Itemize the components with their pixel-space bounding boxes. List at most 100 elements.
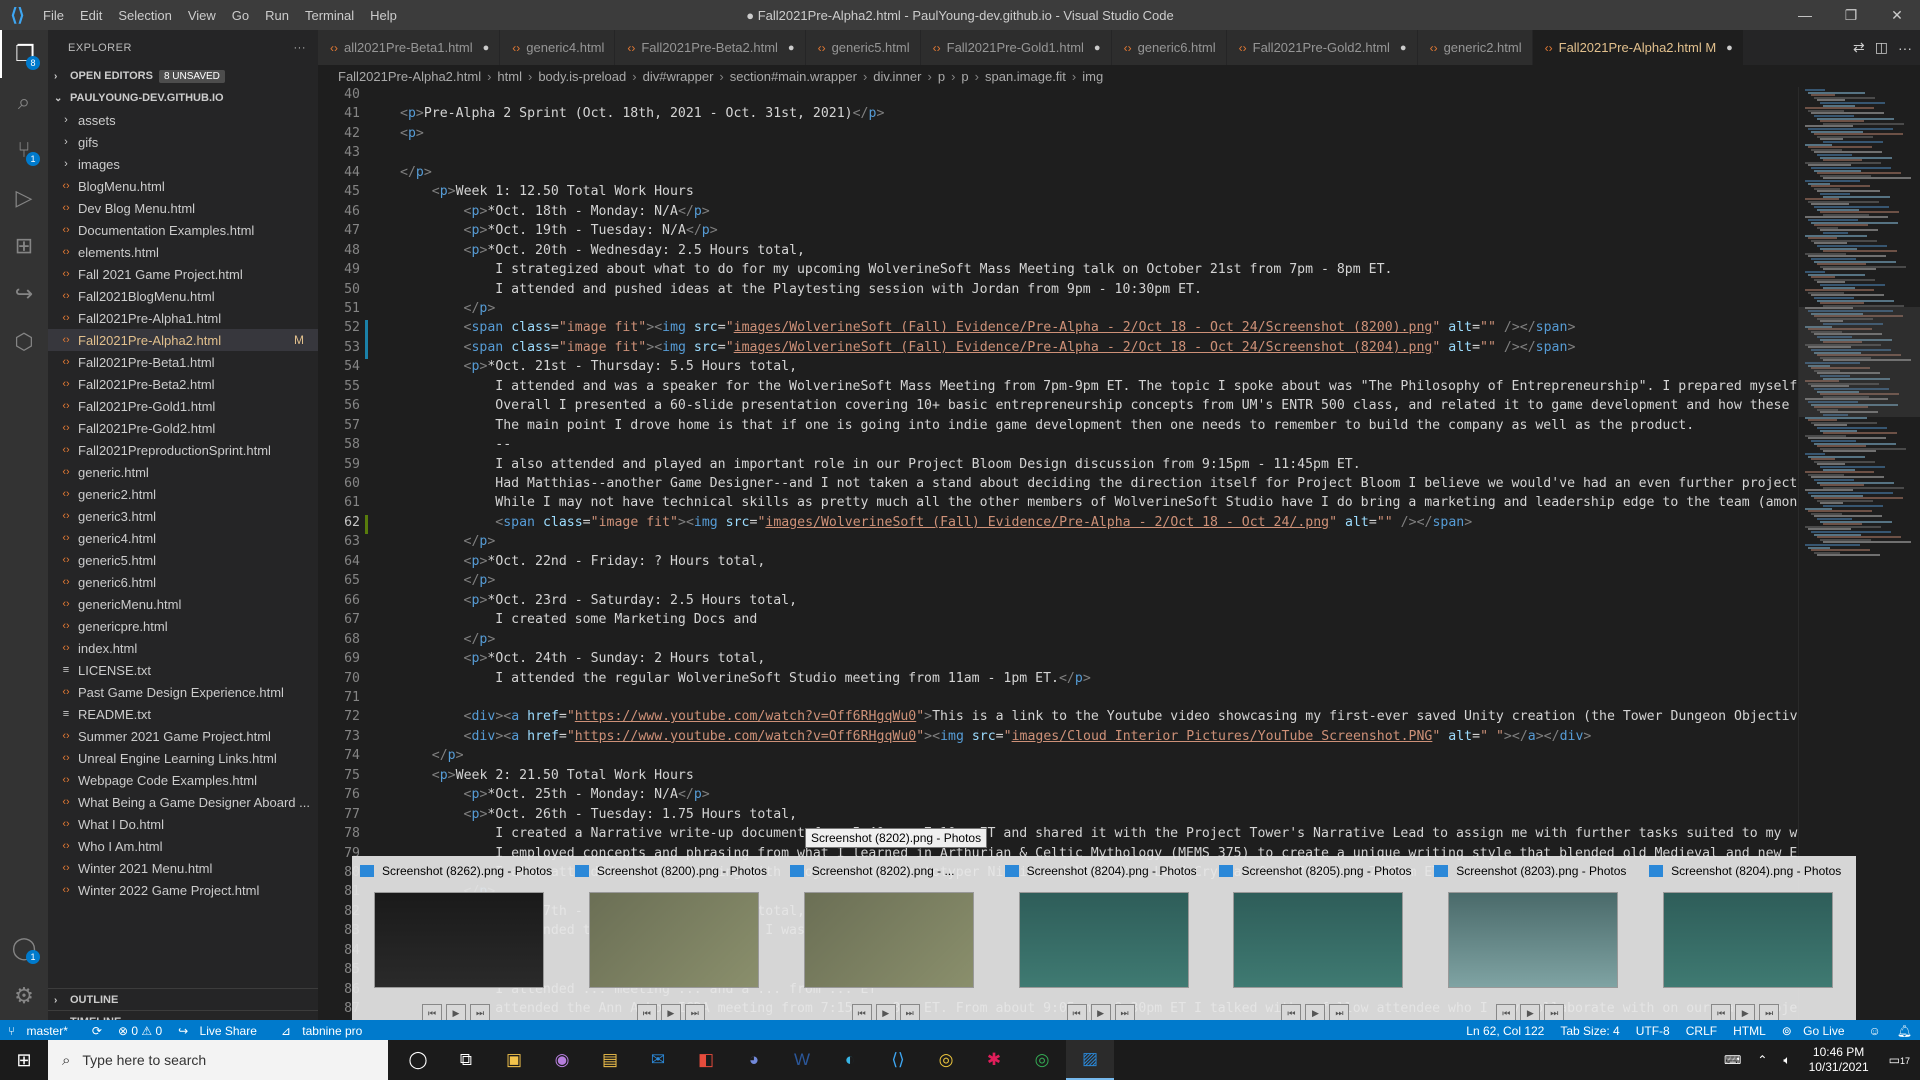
breadcrumb-item[interactable]: p <box>961 69 968 84</box>
branch-status[interactable]: ⑂ master* <box>0 1024 84 1038</box>
code-line[interactable]: I attended and was a speaker for the Wol… <box>400 379 1798 394</box>
editor-tab[interactable]: ‹› all2021Pre-Beta1.html ● <box>318 30 501 65</box>
file-item[interactable]: ‹› Who I Am.html <box>48 835 318 857</box>
code-line[interactable]: </p> <box>400 534 496 549</box>
office-icon[interactable]: ◧ <box>682 1040 730 1080</box>
notifications-bell-icon[interactable]: 🔔︎ <box>1889 1024 1920 1038</box>
unsaved-dot-icon[interactable]: ● <box>1726 42 1733 54</box>
thumbnail-preview-image[interactable] <box>374 892 544 988</box>
file-item[interactable]: ‹› Winter 2022 Game Project.html <box>48 879 318 901</box>
file-item[interactable]: ‹› generic4.html <box>48 527 318 549</box>
file-item[interactable]: ‹› index.html <box>48 637 318 659</box>
photo-thumbnail[interactable]: Screenshot (8203).png - Photos ⏮ ▶ ⏭ <box>1426 856 1641 1026</box>
code-line[interactable]: The main point I drove home is that if o… <box>400 418 1694 433</box>
chrome-profile-icon[interactable]: ◎ <box>1018 1040 1066 1080</box>
menu-file[interactable]: File <box>35 8 72 23</box>
explorer-icon[interactable]: ❐ 8 <box>0 30 48 78</box>
editor-tab[interactable]: ‹› Fall2021Pre-Gold2.html ● <box>1226 30 1418 65</box>
menu-help[interactable]: Help <box>362 8 405 23</box>
unsaved-dot-icon[interactable]: ● <box>1400 42 1407 54</box>
breadcrumb-item[interactable]: html <box>497 69 522 84</box>
menu-view[interactable]: View <box>180 8 224 23</box>
slack-icon[interactable]: ✱ <box>970 1040 1018 1080</box>
thumbnail-preview-image[interactable] <box>803 892 974 988</box>
menu-edit[interactable]: Edit <box>72 8 110 23</box>
menu-selection[interactable]: Selection <box>110 8 179 23</box>
code-line[interactable]: Had Matthias--another Game Designer--and… <box>400 476 1798 491</box>
file-item[interactable]: ‹› Webpage Code Examples.html <box>48 769 318 791</box>
vscode-logo-icon[interactable]: ⟨⟩ <box>0 0 35 30</box>
file-item[interactable]: ‹› Summer 2021 Game Project.html <box>48 725 318 747</box>
file-item[interactable]: ‹› generic6.html <box>48 571 318 593</box>
store-icon[interactable]: ▣ <box>490 1040 538 1080</box>
menu-terminal[interactable]: Terminal <box>297 8 362 23</box>
live-share-status[interactable]: ↪ Live Share <box>170 1024 273 1038</box>
breadcrumb-item[interactable]: Fall2021Pre-Alpha2.html <box>338 69 481 84</box>
workspace-root[interactable]: ⌄ PAULYOUNG-DEV.GITHUB.IO <box>48 87 318 109</box>
extensions-icon[interactable]: ⊞ <box>0 222 48 270</box>
indentation-status[interactable]: Tab Size: 4 <box>1552 1024 1627 1038</box>
file-item[interactable]: ≡ README.txt <box>48 703 318 725</box>
unsaved-dot-icon[interactable]: ● <box>788 42 795 54</box>
code-line[interactable]: <p>*Oct. 23rd - Saturday: 2.5 Hours tota… <box>400 593 798 608</box>
code-line[interactable]: <p>*Oct. 20th - Wednesday: 2.5 Hours tot… <box>400 243 805 258</box>
file-item[interactable]: ‹› Documentation Examples.html <box>48 219 318 241</box>
editor-tab[interactable]: ‹› Fall2021Pre-Beta2.html ● <box>615 30 806 65</box>
code-line[interactable]: <span class="image fit"><img src="images… <box>400 515 1472 530</box>
notification-center-icon[interactable]: ▭17 <box>1879 1053 1920 1067</box>
thumbnail-preview-image[interactable] <box>1018 892 1189 988</box>
code-line[interactable]: <p> <box>400 126 424 141</box>
thumbnail-preview-image[interactable] <box>1448 892 1619 988</box>
code-line[interactable]: <p>Pre-Alpha 2 Sprint (Oct. 18th, 2021 -… <box>400 106 884 121</box>
file-explorer-icon[interactable]: ▤ <box>586 1040 634 1080</box>
feedback-icon[interactable]: ☺ <box>1861 1024 1889 1038</box>
editor-tab[interactable]: ‹› generic4.html <box>500 30 616 65</box>
restore-button[interactable]: ❐ <box>1828 0 1874 30</box>
compare-icon[interactable]: ⇄ <box>1853 39 1865 56</box>
code-line[interactable]: Overall I presented a 60-slide presentat… <box>400 398 1798 413</box>
file-item[interactable]: ‹› Fall2021Pre-Alpha1.html <box>48 307 318 329</box>
file-item[interactable]: ‹› Unreal Engine Learning Links.html <box>48 747 318 769</box>
edge-icon[interactable]: ◐ <box>826 1040 874 1080</box>
file-item[interactable]: ‹› generic3.html <box>48 505 318 527</box>
tabnine-status[interactable]: ⊿ tabnine pro <box>273 1024 378 1038</box>
mail-icon[interactable]: ✉ <box>634 1040 682 1080</box>
code-line[interactable]: <p>*Oct. 21st - Thursday: 5.5 Hours tota… <box>400 359 798 374</box>
file-item[interactable]: ‹› Fall2021Pre-Beta1.html <box>48 351 318 373</box>
photo-thumbnail[interactable]: Screenshot (8262).png - Photos ⏮ ▶ ⏭ <box>352 856 567 1026</box>
editor-tab[interactable]: ‹› generic5.html <box>805 30 921 65</box>
thumbnail-preview-image[interactable] <box>1663 892 1834 988</box>
code-line[interactable]: </p> <box>400 165 432 180</box>
breadcrumb-item[interactable]: section#main.wrapper <box>730 69 857 84</box>
photo-thumbnail[interactable]: Screenshot (8205).png - Photos ⏮ ▶ ⏭ <box>1211 856 1426 1026</box>
code-line[interactable]: </p> <box>400 301 496 316</box>
problems-status[interactable]: ⊗ 0 ⚠ 0 <box>110 1024 170 1038</box>
folder-item[interactable]: › gifs <box>48 131 318 153</box>
breadcrumb-item[interactable]: div.inner <box>873 69 921 84</box>
file-item[interactable]: ‹› Dev Blog Menu.html <box>48 197 318 219</box>
code-line[interactable]: I also attended and played an important … <box>400 457 1360 472</box>
file-item[interactable]: ‹› genericMenu.html <box>48 593 318 615</box>
file-item[interactable]: ‹› Fall2021BlogMenu.html <box>48 285 318 307</box>
discord-like-icon[interactable]: ◉ <box>538 1040 586 1080</box>
code-line[interactable]: <p>*Oct. 22nd - Friday: ? Hours total, <box>400 554 766 569</box>
file-item[interactable]: ‹› What I Do.html <box>48 813 318 835</box>
vscode-icon[interactable]: ⟨⟩ <box>874 1040 922 1080</box>
settings-gear-icon[interactable]: ⚙ <box>0 972 48 1020</box>
breadcrumb-item[interactable]: body.is-preload <box>538 69 626 84</box>
file-item[interactable]: ‹› elements.html <box>48 241 318 263</box>
folder-item[interactable]: › assets <box>48 109 318 131</box>
editor-tab[interactable]: ‹› Fall2021Pre-Alpha2.html M ● <box>1532 30 1744 65</box>
code-line[interactable]: <span class="image fit"><img src="images… <box>400 320 1576 335</box>
menu-run[interactable]: Run <box>257 8 297 23</box>
file-item[interactable]: ‹› Fall2021Pre-Gold2.html <box>48 417 318 439</box>
code-line[interactable]: </p> <box>400 748 464 763</box>
photo-thumbnail[interactable]: Screenshot (8204).png - Photos ⏮ ▶ ⏭ <box>997 856 1212 1026</box>
file-item[interactable]: ‹› What Being a Game Designer Aboard ... <box>48 791 318 813</box>
code-line[interactable]: I strategized about what to do for my up… <box>400 262 1392 277</box>
minimap-viewport[interactable] <box>1799 307 1920 417</box>
file-item[interactable]: ‹› Fall2021PreproductionSprint.html <box>48 439 318 461</box>
code-line[interactable]: While I may not have technical skills as… <box>400 495 1798 510</box>
open-editors-section[interactable]: › OPEN EDITORS 8 UNSAVED <box>48 65 318 87</box>
run-debug-icon[interactable]: ▷ <box>0 174 48 222</box>
